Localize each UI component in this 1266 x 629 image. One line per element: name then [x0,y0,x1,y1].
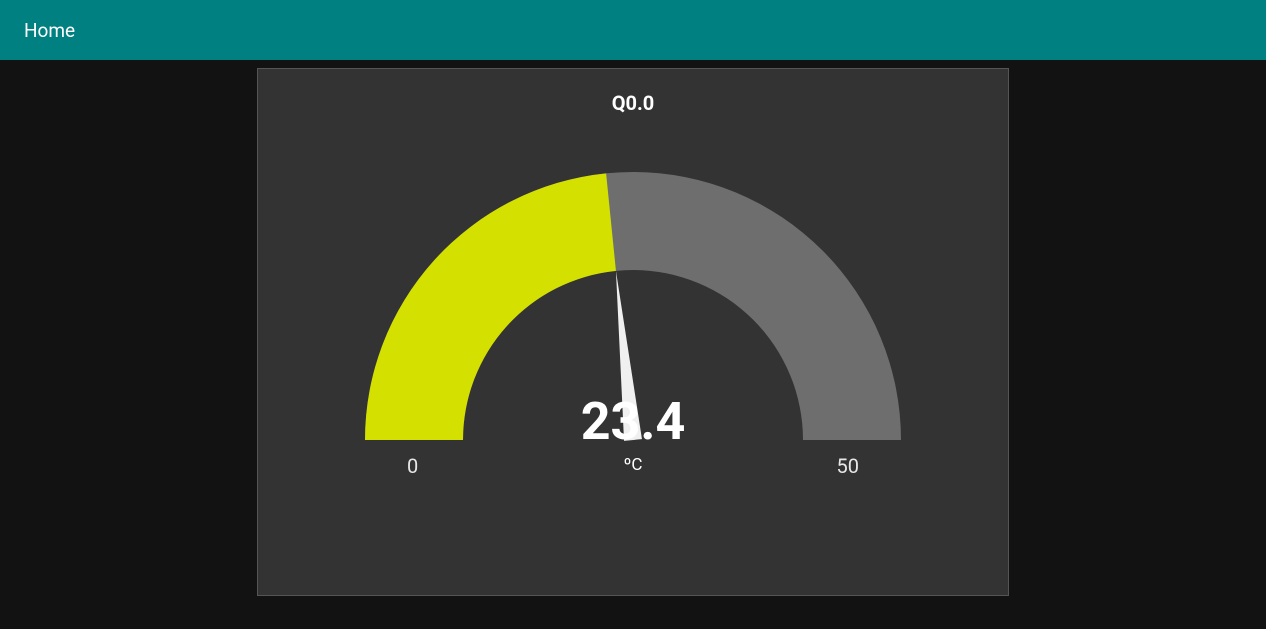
navbar: Home [0,0,1266,60]
gauge-value: 23.4 [365,391,901,452]
nav-home-link[interactable]: Home [24,19,75,42]
gauge-wrapper: 0 50 23.4 ºC [365,165,901,465]
gauge-title: Q0.0 [612,91,655,115]
gauge-panel: Q0.0 0 50 23.4 ºC [257,68,1009,596]
gauge-unit: ºC [365,455,901,475]
main-content: Q0.0 0 50 23.4 ºC [0,60,1266,596]
